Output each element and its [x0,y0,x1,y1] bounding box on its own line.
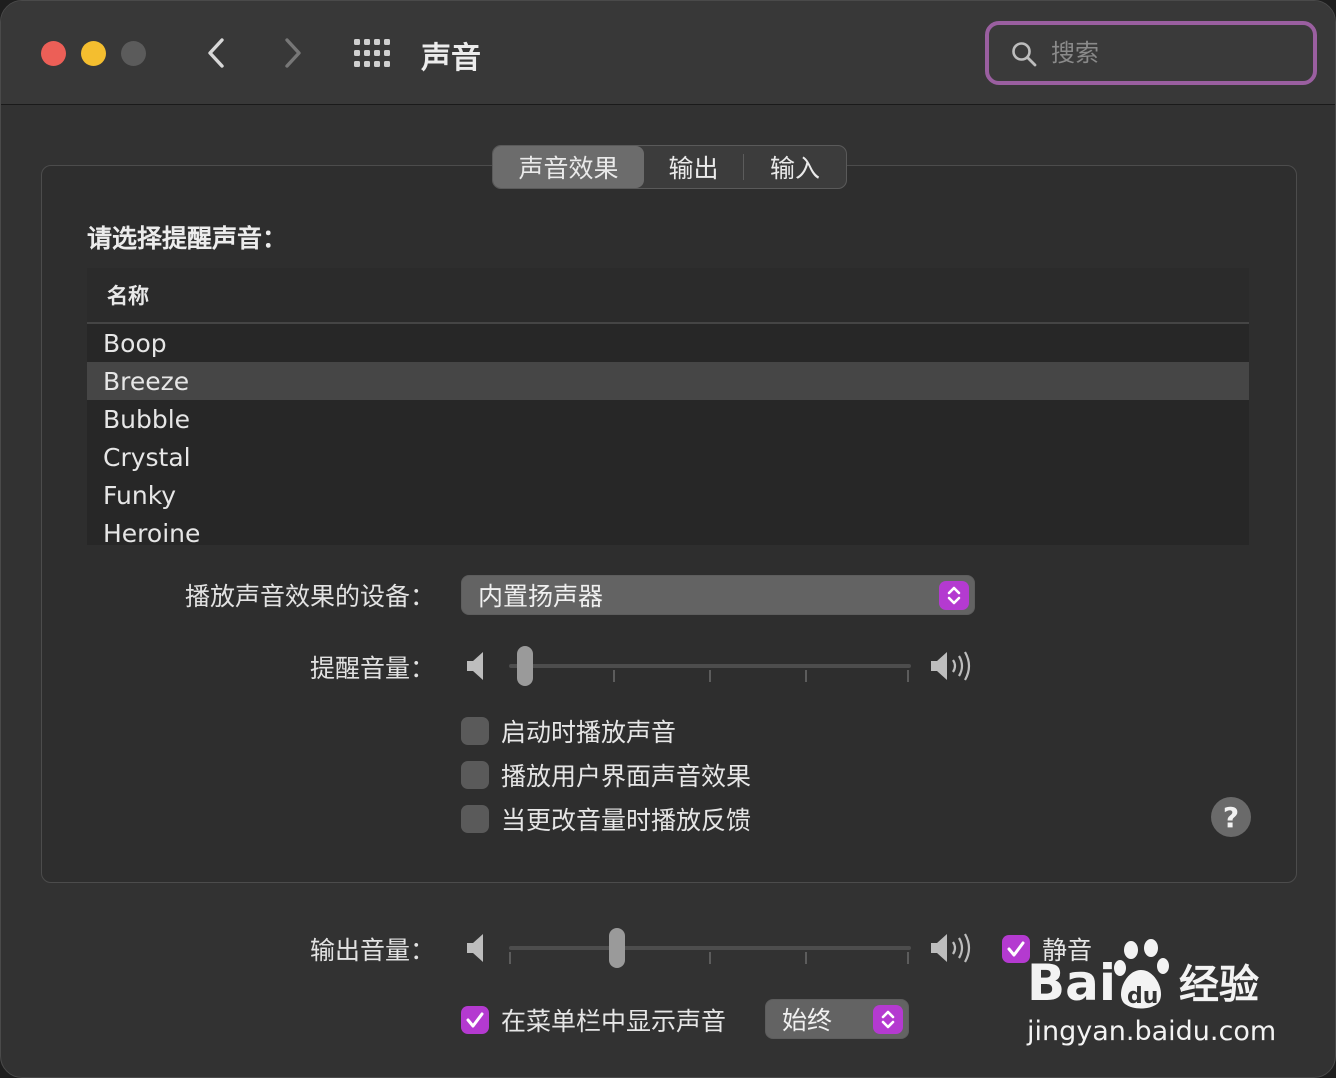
show-in-menubar-label: 在菜单栏中显示声音 [501,1007,727,1036]
alert-volume-label: 提醒音量： [309,654,435,683]
svg-text:Bai: Bai [1027,954,1116,1012]
slider-tick [907,670,909,682]
slider-tick [907,952,909,964]
grid-icon[interactable] [353,38,391,68]
speaker-low-icon [465,931,491,965]
tab-bar: 声音效果 输出 输入 [492,145,847,189]
list-item[interactable]: Bubble [87,400,1249,438]
startup-sound-checkbox[interactable] [461,717,489,745]
chevron-left-icon[interactable] [197,33,237,73]
show-in-menubar-checkbox-row[interactable]: 在菜单栏中显示声音 [461,1002,726,1038]
close-icon[interactable] [41,41,66,66]
help-icon[interactable]: ? [1211,797,1251,837]
slider-track [509,664,911,668]
output-device-label: 播放声音效果的设备： [184,582,435,611]
search-field[interactable] [985,21,1317,85]
menubar-visibility-value: 始终 [782,1006,833,1035]
output-volume-label: 输出音量： [309,936,435,965]
speaker-low-icon [465,649,491,683]
slider-thumb[interactable] [609,928,625,968]
alert-sound-heading: 请选择提醒声音： [87,224,288,253]
slider-tick [613,670,615,682]
list-item[interactable]: Breeze [87,362,1249,400]
sound-preferences-window: 声音 声音效果 输出 输入 请选择提醒声音： 名称 Boop Breeze Bu… [0,0,1336,1078]
baidu-jingyan-watermark: Bai du 经验 jingyan.baidu.com [1027,936,1277,1051]
mute-checkbox[interactable] [1002,935,1030,963]
volume-feedback-checkbox-row[interactable]: 当更改音量时播放反馈 [461,801,751,837]
slider-tick [709,670,711,682]
search-icon [1011,41,1037,67]
titlebar: 声音 [1,1,1335,105]
output-device-value: 内置扬声器 [478,582,604,611]
svg-text:经验: 经验 [1179,962,1259,1008]
slider-tick [805,952,807,964]
slider-tick [709,952,711,964]
list-column-header-name[interactable]: 名称 [87,268,1249,324]
chevron-right-icon[interactable] [272,33,312,73]
speaker-high-icon [929,930,977,966]
output-device-popup[interactable]: 内置扬声器 [461,575,975,615]
alert-sound-list[interactable]: 名称 Boop Breeze Bubble Crystal Funky Hero… [87,268,1249,548]
tab-output[interactable]: 输出 [644,146,743,188]
window-title: 声音 [421,41,481,76]
watermark-url: jingyan.baidu.com [1027,1016,1277,1047]
search-input[interactable] [1051,35,1301,71]
list-item[interactable]: Funky [87,476,1249,514]
help-label: ? [1222,800,1240,834]
baidu-logo: Bai du 经验 [1027,936,1263,1014]
volume-feedback-label: 当更改音量时播放反馈 [501,806,752,835]
tab-sound-effects[interactable]: 声音效果 [493,146,644,188]
svg-text:du: du [1127,984,1158,1009]
startup-sound-checkbox-row[interactable]: 启动时播放声音 [461,713,676,749]
slider-tick [805,670,807,682]
alert-volume-slider[interactable] [509,646,911,686]
ui-sound-effects-checkbox-row[interactable]: 播放用户界面声音效果 [461,757,751,793]
ui-sound-effects-label: 播放用户界面声音效果 [501,762,752,791]
ui-sound-effects-checkbox[interactable] [461,761,489,789]
zoom-icon[interactable] [121,41,146,66]
show-in-menubar-checkbox[interactable] [461,1006,489,1034]
chevron-updown-icon [939,581,969,610]
list-item[interactable]: Boop [87,324,1249,362]
chevron-updown-icon [873,1005,903,1034]
output-volume-slider[interactable] [509,928,911,968]
minimize-icon[interactable] [81,41,106,66]
slider-tick [509,952,511,964]
list-item[interactable]: Crystal [87,438,1249,476]
tab-input[interactable]: 输入 [744,146,846,188]
speaker-high-icon [929,648,977,684]
list-item[interactable]: Heroine [87,514,1249,552]
slider-track [509,946,911,950]
volume-feedback-checkbox[interactable] [461,805,489,833]
startup-sound-label: 启动时播放声音 [501,718,677,747]
menubar-visibility-popup[interactable]: 始终 [765,999,909,1039]
slider-thumb[interactable] [517,646,533,686]
